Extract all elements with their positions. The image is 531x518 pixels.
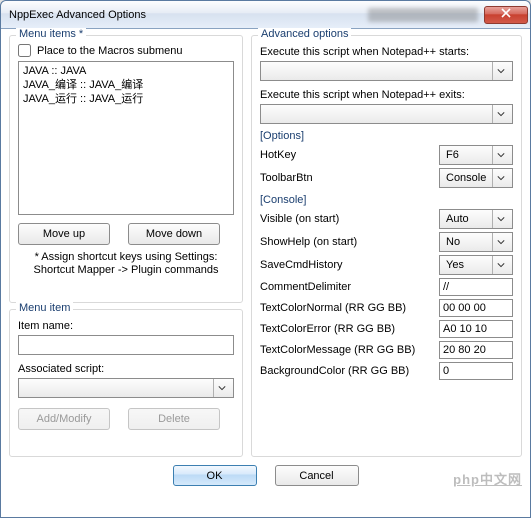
chevron-down-icon bbox=[492, 146, 508, 164]
exits-label: Execute this script when Notepad++ exits… bbox=[260, 89, 513, 101]
textcolornormal-label: TextColorNormal (RR GG BB) bbox=[260, 302, 439, 314]
list-item[interactable]: JAVA_运行 :: JAVA_运行 bbox=[23, 92, 229, 106]
place-macros-input[interactable] bbox=[18, 44, 31, 57]
textcolormessage-input[interactable]: 20 80 20 bbox=[439, 341, 513, 359]
visible-label: Visible (on start) bbox=[260, 213, 439, 225]
starts-combo[interactable] bbox=[260, 61, 513, 81]
chevron-down-icon bbox=[492, 169, 508, 187]
item-name-input[interactable] bbox=[18, 335, 234, 355]
dialog-window: NppExec Advanced Options Menu items * Pl… bbox=[0, 0, 531, 518]
chevron-down-icon bbox=[213, 379, 229, 397]
hotkey-combo[interactable]: F6 bbox=[439, 145, 513, 165]
menu-item-group: Menu item Item name: Associated script: … bbox=[9, 309, 243, 457]
textcolornormal-input[interactable]: 00 00 00 bbox=[439, 299, 513, 317]
menu-items-group: Menu items * Place to the Macros submenu… bbox=[9, 35, 243, 303]
associated-script-label: Associated script: bbox=[18, 363, 234, 375]
place-macros-checkbox[interactable]: Place to the Macros submenu bbox=[18, 44, 234, 57]
delete-button[interactable]: Delete bbox=[128, 408, 220, 430]
close-button[interactable] bbox=[484, 6, 528, 24]
menu-items-group-title: Menu items * bbox=[16, 28, 86, 40]
cancel-button[interactable]: Cancel bbox=[275, 465, 359, 486]
window-title: NppExec Advanced Options bbox=[9, 9, 368, 21]
footer: OK Cancel php中文网 bbox=[1, 459, 530, 492]
backgroundcolor-input[interactable]: 0 bbox=[439, 362, 513, 380]
chevron-down-icon bbox=[492, 105, 508, 123]
commentdelim-input[interactable]: // bbox=[439, 278, 513, 296]
console-section: [Console] bbox=[260, 194, 513, 206]
place-macros-label: Place to the Macros submenu bbox=[37, 45, 183, 57]
shortcut-hint: * Assign shortcut keys using Settings: S… bbox=[18, 251, 234, 277]
toolbar-combo[interactable]: Console bbox=[439, 168, 513, 188]
move-up-button[interactable]: Move up bbox=[18, 223, 110, 245]
move-down-button[interactable]: Move down bbox=[128, 223, 220, 245]
list-item[interactable]: JAVA_编译 :: JAVA_编译 bbox=[23, 78, 229, 92]
textcolormessage-label: TextColorMessage (RR GG BB) bbox=[260, 344, 439, 356]
right-column: Advanced options Execute this script whe… bbox=[251, 35, 522, 457]
savecmd-combo[interactable]: Yes bbox=[439, 255, 513, 275]
content-area: Menu items * Place to the Macros submenu… bbox=[1, 29, 530, 459]
add-modify-button[interactable]: Add/Modify bbox=[18, 408, 110, 430]
item-buttons-row: Add/Modify Delete bbox=[18, 408, 234, 430]
watermark: php中文网 bbox=[453, 469, 522, 488]
left-column: Menu items * Place to the Macros submenu… bbox=[9, 35, 243, 457]
exits-combo[interactable] bbox=[260, 104, 513, 124]
chevron-down-icon bbox=[492, 210, 508, 228]
advanced-options-group-title: Advanced options bbox=[258, 28, 351, 40]
commentdelim-label: CommentDelimiter bbox=[260, 281, 439, 293]
savecmd-label: SaveCmdHistory bbox=[260, 259, 439, 271]
titlebar: NppExec Advanced Options bbox=[1, 1, 530, 29]
titlebar-blur bbox=[368, 8, 478, 22]
move-buttons-row: Move up Move down bbox=[18, 223, 234, 245]
textcolorerror-label: TextColorError (RR GG BB) bbox=[260, 323, 439, 335]
associated-script-combo[interactable] bbox=[18, 378, 234, 398]
chevron-down-icon bbox=[492, 256, 508, 274]
textcolorerror-input[interactable]: A0 10 10 bbox=[439, 320, 513, 338]
visible-combo[interactable]: Auto bbox=[439, 209, 513, 229]
showhelp-label: ShowHelp (on start) bbox=[260, 236, 439, 248]
starts-label: Execute this script when Notepad++ start… bbox=[260, 46, 513, 58]
showhelp-combo[interactable]: No bbox=[439, 232, 513, 252]
backgroundcolor-label: BackgroundColor (RR GG BB) bbox=[260, 365, 439, 377]
options-section: [Options] bbox=[260, 130, 513, 142]
toolbar-label: ToolbarBtn bbox=[260, 172, 439, 184]
hotkey-label: HotKey bbox=[260, 149, 439, 161]
chevron-down-icon bbox=[492, 233, 508, 251]
close-icon bbox=[501, 8, 511, 21]
item-name-label: Item name: bbox=[18, 320, 234, 332]
menu-items-listbox[interactable]: JAVA :: JAVA JAVA_编译 :: JAVA_编译 JAVA_运行 … bbox=[18, 61, 234, 215]
menu-item-group-title: Menu item bbox=[16, 302, 73, 314]
list-item[interactable]: JAVA :: JAVA bbox=[23, 64, 229, 78]
ok-button[interactable]: OK bbox=[173, 465, 257, 486]
advanced-options-group: Advanced options Execute this script whe… bbox=[251, 35, 522, 457]
chevron-down-icon bbox=[492, 62, 508, 80]
